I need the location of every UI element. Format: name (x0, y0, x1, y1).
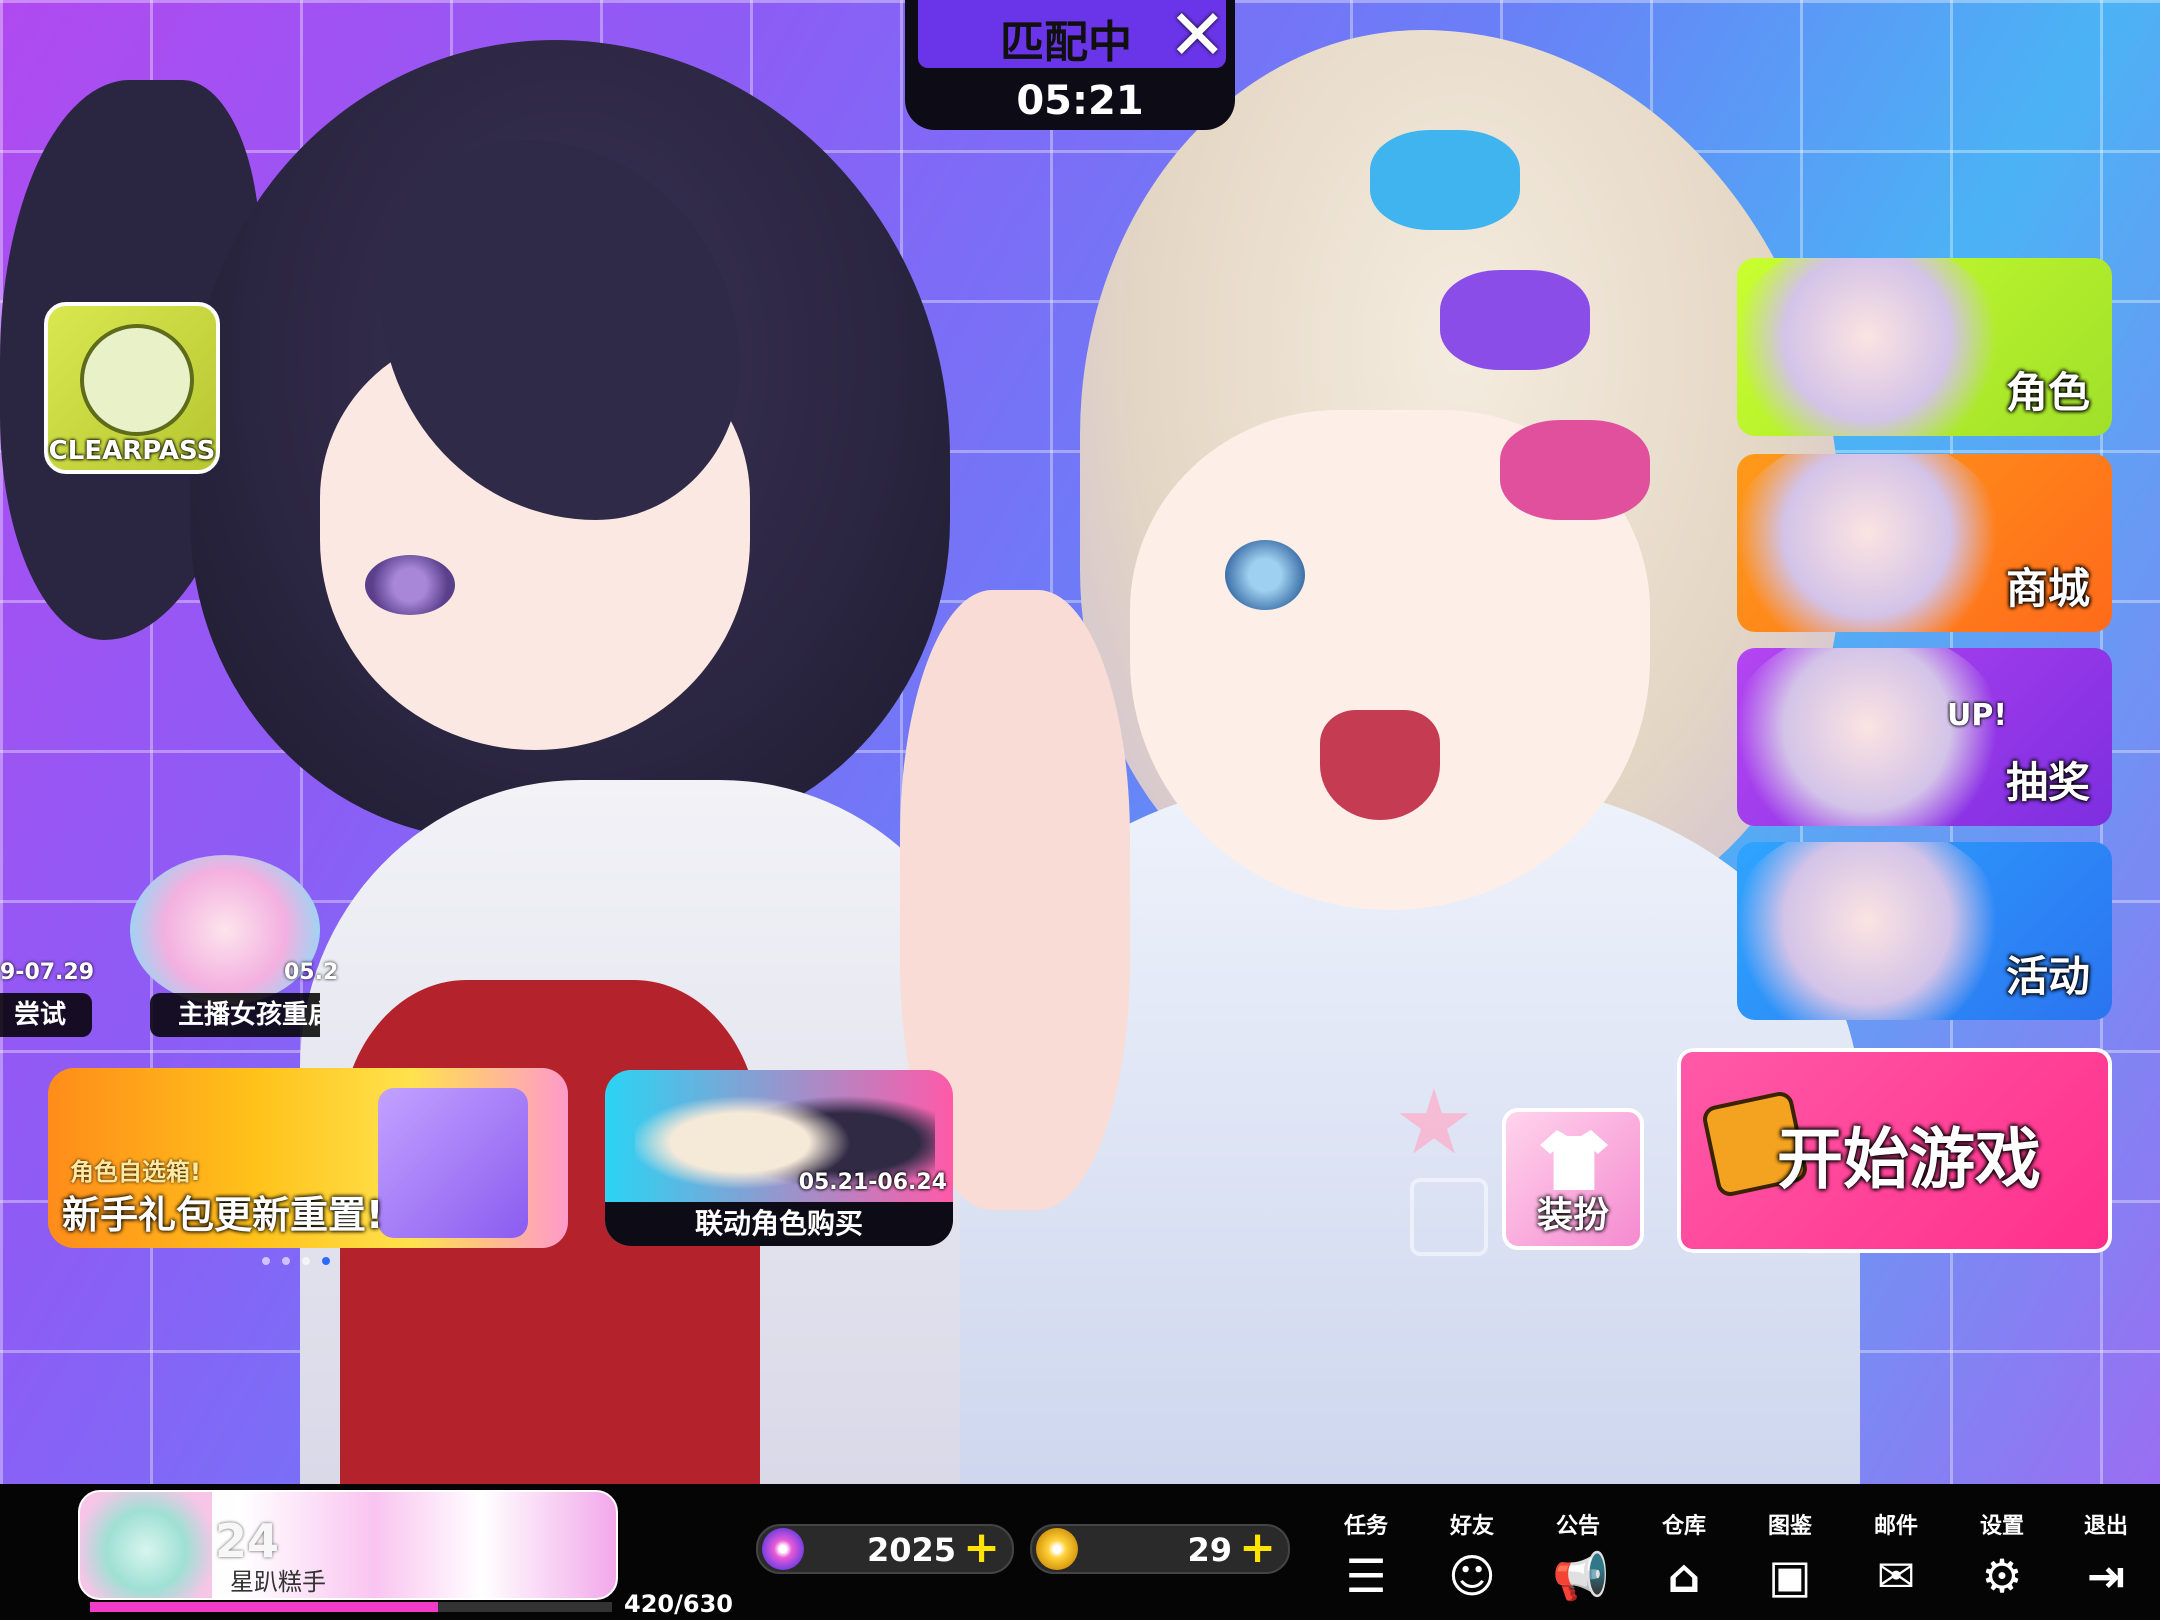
nav-label: 邮件 (1873, 1514, 1918, 1539)
nav-label: 任务 (1343, 1514, 1388, 1539)
menu-role-button[interactable]: 角色 (1737, 258, 2112, 436)
task-icon: ☰ (1345, 1549, 1387, 1603)
nav-label: 退出 (2083, 1514, 2128, 1539)
left-character-eye (365, 555, 455, 615)
disc-currency: 2025 + (756, 1522, 1014, 1574)
menu-event-label: 活动 (2005, 952, 2090, 1001)
nav-warehouse-button[interactable]: 仓库 ⌂ (1644, 1508, 1724, 1602)
disc-currency-icon (762, 1528, 804, 1570)
streamer-event-tab[interactable]: 主播女孩重启 (150, 993, 320, 1037)
nav-settings-button[interactable]: 设置 ⚙ (1962, 1508, 2042, 1602)
rate-up-badge: UP! (1947, 698, 2008, 733)
page-dot[interactable] (302, 1257, 310, 1265)
clearpass-label: CLEARPASS (48, 436, 216, 466)
menu-shop-button[interactable]: 商城 (1737, 454, 2112, 632)
right-character-mouth (1320, 710, 1440, 820)
nav-friends-button[interactable]: 好友 ☺ (1432, 1508, 1512, 1602)
gacha-character-art (1737, 648, 2007, 826)
gift-box-art (378, 1088, 528, 1238)
xp-bar (90, 1602, 612, 1612)
dress-up-button[interactable]: 装扮 (1502, 1108, 1644, 1250)
purple-bow (1440, 270, 1590, 370)
player-profile-card[interactable]: 24 星趴糕手 (78, 1490, 618, 1600)
matchmaking-label: 匹配中 (1000, 17, 1132, 68)
xp-text: 420/630 (624, 1590, 733, 1618)
nav-label: 仓库 (1661, 1514, 1706, 1539)
dress-up-label: 装扮 (1536, 1195, 1609, 1236)
streamer-event-date: 05.2 (284, 960, 339, 985)
menu-gacha-label: 抽奖 (2005, 758, 2090, 807)
trial-event-tab[interactable]: 尝试 (0, 993, 92, 1037)
menu-gacha-button[interactable]: UP! 抽奖 (1737, 648, 2112, 826)
blue-bow (1370, 130, 1520, 230)
friends-icon: ☺ (1448, 1549, 1496, 1603)
collab-character-banner[interactable]: 05.21-06.24 联动角色购买 (605, 1070, 953, 1246)
banner-tag: 角色自选箱! (70, 1158, 201, 1186)
warehouse-icon: ⌂ (1667, 1549, 1701, 1603)
start-game-button[interactable]: 开始游戏 (1677, 1048, 2112, 1253)
nav-label: 公告 (1555, 1514, 1600, 1539)
nav-collection-button[interactable]: 图鉴 ▣ (1750, 1508, 1830, 1602)
nav-mail-button[interactable]: 邮件 ✉ (1856, 1508, 1936, 1602)
page-dot-active[interactable] (322, 1257, 330, 1265)
match-timer: 05:21 (1016, 78, 1144, 124)
avatar (80, 1492, 212, 1598)
collab-title: 联动角色购买 (694, 1207, 863, 1240)
menu-event-button[interactable]: 活动 (1737, 842, 2112, 1020)
collab-date: 05.21-06.24 (798, 1170, 947, 1195)
cancel-match-button[interactable]: ✕ (1168, 0, 1227, 70)
event-character-art (1737, 842, 2007, 1020)
pink-bow (1500, 420, 1650, 520)
gold-currency-value: 29 (1187, 1531, 1232, 1569)
announcement-icon: 📢 (1552, 1549, 1610, 1603)
menu-shop-label: 商城 (2005, 564, 2090, 613)
banner-pagination[interactable] (262, 1250, 342, 1269)
collection-icon: ▣ (1768, 1549, 1812, 1603)
gold-currency: 29 + (1030, 1522, 1290, 1574)
nav-exit-button[interactable]: 退出 ⇥ (2066, 1508, 2146, 1602)
banner-title: 新手礼包更新重置! (62, 1193, 384, 1237)
clearpass-character-icon (80, 324, 194, 436)
gold-currency-icon (1036, 1528, 1078, 1570)
exit-icon: ⇥ (2086, 1549, 2126, 1603)
start-game-label: 开始游戏 (1777, 1121, 2041, 1198)
trial-event-label: 尝试 (14, 1000, 67, 1030)
nav-task-button[interactable]: 任务 ☰ (1326, 1508, 1406, 1602)
disc-currency-value: 2025 (866, 1531, 956, 1569)
add-disc-button[interactable]: + (963, 1522, 1000, 1573)
right-character-eye (1225, 540, 1305, 610)
role-character-art (1737, 258, 2007, 436)
gear-icon: ⚙ (1981, 1549, 2023, 1603)
player-level: 24 (215, 1514, 280, 1568)
streamer-event-label: 主播女孩重启 (178, 1000, 320, 1030)
shop-character-art (1737, 454, 2007, 632)
menu-role-label: 角色 (2005, 368, 2090, 417)
shirt-icon (1540, 1130, 1608, 1190)
trial-event-date: 9-07.29 (0, 960, 95, 985)
mail-icon: ✉ (1876, 1549, 1916, 1603)
player-name: 星趴糕手 (230, 1568, 326, 1596)
nav-label: 图鉴 (1767, 1514, 1812, 1539)
starter-pack-banner[interactable]: 角色自选箱! 新手礼包更新重置! (48, 1068, 568, 1248)
nav-announcement-button[interactable]: 公告 📢 (1538, 1508, 1618, 1602)
nav-label: 设置 (1979, 1514, 2024, 1539)
page-dot[interactable] (262, 1257, 270, 1265)
page-dot[interactable] (282, 1257, 290, 1265)
xp-bar-fill (90, 1602, 439, 1612)
nav-label: 好友 (1449, 1514, 1494, 1539)
clearpass-button[interactable]: CLEARPASS (44, 302, 220, 474)
screenshot-frame-icon[interactable] (1410, 1178, 1488, 1256)
add-gold-button[interactable]: + (1239, 1522, 1276, 1573)
